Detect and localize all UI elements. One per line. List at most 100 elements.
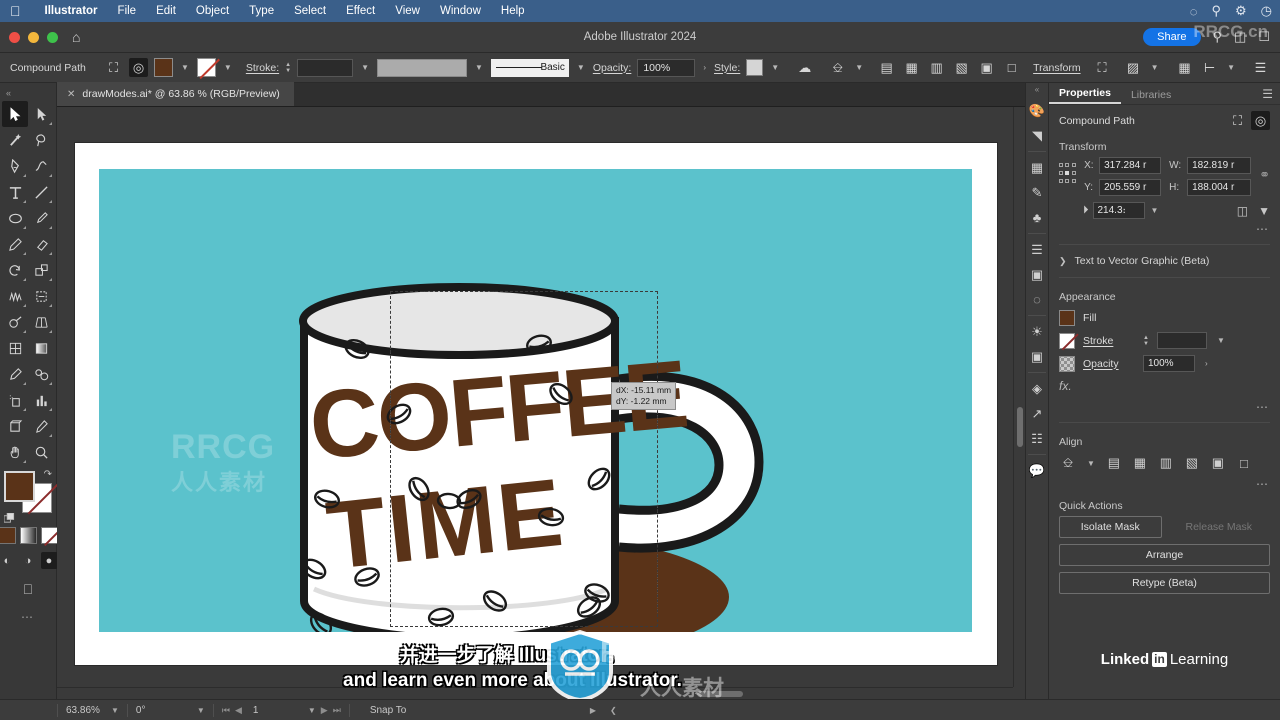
- symbols-panel-icon[interactable]: ♣: [1025, 205, 1049, 230]
- w-input[interactable]: 182.819 r: [1187, 157, 1252, 174]
- opacity-expand-icon[interactable]: ›: [1203, 359, 1210, 368]
- collapse-left-icon[interactable]: «: [6, 88, 11, 98]
- collapse-right-icon[interactable]: «: [1035, 85, 1039, 94]
- fx-label[interactable]: fx.: [1049, 375, 1280, 397]
- selection-tool[interactable]: [2, 101, 28, 127]
- panel-menu-icon[interactable]: ☰: [1262, 87, 1273, 101]
- align-to-dropdown-icon[interactable]: ▼: [1085, 459, 1097, 468]
- change-screen-mode-icon[interactable]: ⎕: [24, 581, 32, 598]
- layers-panel-icon[interactable]: ◈: [1025, 376, 1049, 401]
- stroke-profile-dropdown-icon[interactable]: ▼: [575, 63, 587, 72]
- free-transform-tool[interactable]: [28, 283, 54, 309]
- appearance-more-options-icon[interactable]: ⋯: [1049, 397, 1280, 416]
- workspace-switcher-icon[interactable]: ◫: [1234, 29, 1246, 45]
- align-center-h-icon[interactable]: ▦: [902, 58, 921, 77]
- ellipse-tool[interactable]: [2, 205, 28, 231]
- artboard-dropdown-icon[interactable]: ▼: [308, 706, 316, 715]
- align-bottom-icon[interactable]: □: [1235, 454, 1253, 472]
- rotation-control[interactable]: 0° ▼: [128, 700, 213, 720]
- stroke-panel-icon[interactable]: ☰: [1025, 237, 1049, 262]
- hand-tool[interactable]: [2, 439, 28, 465]
- clock-icon[interactable]: ◷: [1261, 3, 1272, 19]
- first-artboard-icon[interactable]: ⏮: [222, 705, 230, 716]
- select-similar-icon[interactable]: ▨: [1124, 58, 1143, 77]
- angle-input[interactable]: 214.3։: [1092, 202, 1145, 219]
- share-button[interactable]: Share: [1143, 28, 1201, 46]
- graphic-styles-panel-icon[interactable]: ▣: [1025, 344, 1049, 369]
- menu-item-file[interactable]: File: [108, 5, 147, 17]
- pathfinder-panel-icon[interactable]: ◌: [1025, 287, 1049, 312]
- isolate-selected-object-icon[interactable]: ⛶: [1228, 111, 1247, 130]
- align-right-icon[interactable]: ▥: [1157, 454, 1175, 472]
- rotate-tool[interactable]: [2, 257, 28, 283]
- transparency-panel-icon[interactable]: ▣: [1025, 262, 1049, 287]
- expand-status-icon[interactable]: ▶: [590, 706, 596, 715]
- artboard-tool[interactable]: [2, 413, 28, 439]
- stroke-dropdown-icon[interactable]: ▼: [222, 63, 234, 72]
- canvas-area[interactable]: COFFEE TIME dX: -15.11 mm dY: -1.22 mm R…: [57, 107, 1025, 699]
- menu-item-object[interactable]: Object: [186, 5, 239, 17]
- pen-tool[interactable]: [2, 153, 28, 179]
- options-menu-icon[interactable]: ☰: [1251, 58, 1270, 77]
- text-to-vector-section[interactable]: ❯ Text to Vector Graphic (Beta): [1049, 251, 1280, 271]
- appearance-panel-icon[interactable]: ☀: [1025, 319, 1049, 344]
- angle-dropdown-icon[interactable]: ▼: [1149, 206, 1161, 215]
- draw-inside-icon[interactable]: ●: [40, 552, 58, 569]
- document-tab[interactable]: ✕ drawModes.ai* @ 63.86 % (RGB/Preview): [57, 82, 294, 106]
- snap-to-control[interactable]: Snap To: [350, 700, 550, 720]
- chevron-right-icon[interactable]: ❯: [1059, 256, 1067, 267]
- align-bottom-icon[interactable]: □: [1002, 58, 1021, 77]
- artboards-panel-icon[interactable]: ↗: [1025, 401, 1049, 426]
- menu-item-view[interactable]: View: [385, 5, 430, 17]
- rotation-value[interactable]: 0°: [136, 705, 192, 716]
- brushes-panel-icon[interactable]: ✎: [1025, 180, 1049, 205]
- align-right-icon[interactable]: ▥: [927, 58, 946, 77]
- menu-item-edit[interactable]: Edit: [146, 5, 186, 17]
- h-input[interactable]: 188.004 r: [1187, 179, 1252, 196]
- isolate-mask-button[interactable]: Isolate Mask: [1059, 516, 1162, 538]
- align-more-options-icon[interactable]: ⋯: [1049, 474, 1280, 493]
- draw-normal-icon[interactable]: ◐: [0, 552, 16, 569]
- mesh-tool[interactable]: [2, 335, 28, 361]
- artboard-navigation[interactable]: ⏮ ◀ 1 ▼ ▶ ⏭: [214, 700, 349, 720]
- swap-fill-stroke-icon[interactable]: ↷: [44, 469, 52, 480]
- fill-swatch-large[interactable]: [4, 471, 35, 502]
- zoom-level-value[interactable]: 63.86%: [66, 705, 106, 716]
- document-setup-dropdown-icon[interactable]: ▼: [853, 63, 865, 72]
- align-top-icon[interactable]: ▧: [952, 58, 971, 77]
- stroke-weight-dropdown-icon[interactable]: ▼: [1215, 336, 1227, 345]
- zoom-tool[interactable]: [28, 439, 54, 465]
- pencil-tool[interactable]: [2, 231, 28, 257]
- comments-panel-icon[interactable]: 💬: [1025, 458, 1049, 483]
- stroke-weight-dropdown-icon[interactable]: ▼: [359, 63, 371, 72]
- gradient-panel-icon[interactable]: ◥: [1025, 123, 1049, 148]
- flip-horizontal-icon[interactable]: ◫: [1237, 204, 1248, 218]
- coffee-mug-illustration[interactable]: COFFEE TIME: [99, 169, 972, 632]
- reference-point-selector[interactable]: [1059, 163, 1076, 185]
- gradient-tool[interactable]: [28, 335, 54, 361]
- menu-item-window[interactable]: Window: [430, 5, 491, 17]
- zoom-level-control[interactable]: 63.86% ▼: [58, 700, 127, 720]
- transform-icon[interactable]: ⛶: [1093, 58, 1112, 77]
- scale-tool[interactable]: [28, 257, 54, 283]
- lasso-tool[interactable]: [28, 127, 54, 153]
- zoom-dropdown-icon[interactable]: ▼: [111, 706, 119, 715]
- menu-item-type[interactable]: Type: [239, 5, 284, 17]
- horizontal-scrollbar-thumb[interactable]: [697, 691, 743, 697]
- align-center-v-icon[interactable]: ▣: [1209, 454, 1227, 472]
- perspective-grid-tool[interactable]: [28, 309, 54, 335]
- artboard-number[interactable]: 1: [247, 705, 303, 716]
- align-top-icon[interactable]: ▧: [1183, 454, 1201, 472]
- blend-tool[interactable]: [28, 361, 54, 387]
- symbol-sprayer-tool[interactable]: [2, 387, 28, 413]
- apple-icon[interactable]: : [10, 4, 21, 18]
- layout-icon[interactable]: ☐: [1258, 29, 1270, 45]
- menu-item-select[interactable]: Select: [284, 5, 336, 17]
- opacity-expand-icon[interactable]: ›: [701, 63, 708, 72]
- column-graph-tool[interactable]: [28, 387, 54, 413]
- edit-toolbar-icon[interactable]: ⋯: [21, 610, 35, 624]
- variable-width-dropdown-icon[interactable]: ▼: [473, 63, 485, 72]
- control-center-icon[interactable]: ⚙: [1235, 3, 1247, 19]
- stroke-weight-input[interactable]: [1156, 332, 1207, 349]
- direct-selection-tool[interactable]: [28, 101, 54, 127]
